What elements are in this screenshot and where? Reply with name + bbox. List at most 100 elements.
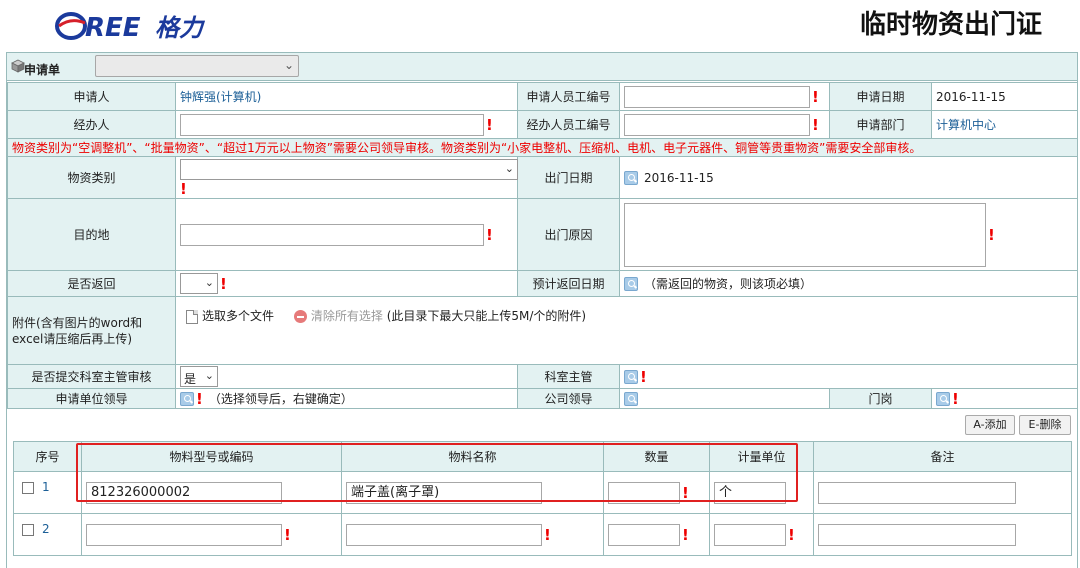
items-toolbar: A-添加 E-删除	[7, 411, 1077, 441]
chevron-down-icon: ⌄	[283, 58, 294, 72]
required-mark: !	[640, 367, 647, 386]
out-reason-textarea[interactable]	[624, 202, 986, 267]
col-header: 备注	[813, 441, 1072, 472]
page-title: 临时物资出门证	[859, 10, 1042, 40]
items-table: 序号 物料型号或编码 物料名称 数量 计量单位 备注 1 81232600000…	[13, 441, 1072, 556]
unit-leader-note: （选择领导后，右键确定）	[208, 392, 353, 406]
applicant-label: 申请人	[7, 82, 176, 111]
select-files-button[interactable]: 选取多个文件	[186, 309, 275, 324]
code-input[interactable]: 812326000002	[86, 481, 282, 504]
handler-id-label: 经办人员工编号	[517, 110, 620, 139]
clear-icon	[293, 310, 307, 323]
submit-review-value: 是	[184, 372, 197, 386]
out-date-label: 出门日期	[517, 156, 620, 199]
name-input[interactable]	[346, 523, 542, 546]
destination-label: 目的地	[7, 198, 176, 271]
return-select[interactable]: ⌄	[180, 273, 218, 294]
qty-input[interactable]	[608, 523, 680, 546]
name-input[interactable]: 端子盖(离子罩)	[346, 481, 542, 504]
chevron-down-icon: ⌄	[204, 369, 214, 382]
dept-value: 计算机中心	[931, 110, 1078, 139]
chevron-down-icon: ⌄	[504, 162, 514, 175]
remark-input[interactable]	[818, 481, 1016, 504]
clear-selection-button[interactable]: 清除所有选择	[293, 309, 383, 323]
required-mark: !	[284, 525, 291, 544]
gree-logo-mark: REE 格力	[55, 12, 206, 43]
form-type-select[interactable]: ⌄	[95, 55, 299, 77]
remark-input[interactable]	[818, 523, 1016, 546]
row-checkbox[interactable]	[22, 481, 34, 494]
svg-text:格力: 格力	[155, 14, 206, 42]
required-mark: !	[952, 389, 959, 408]
required-mark: !	[988, 225, 995, 244]
attach-note: (此目录下最大只能上传5M/个的附件)	[386, 309, 587, 323]
category-warning: 物资类别为“空调整机”、“批量物资”、“超过1万元以上物资”需要公司领导审核。物…	[7, 138, 1078, 157]
dept-label: 申请部门	[829, 110, 932, 139]
required-mark: !	[812, 115, 819, 134]
return-date-note: （需返回的物资，则该项必填）	[644, 277, 813, 291]
file-icon	[186, 309, 198, 324]
svg-text:REE: REE	[85, 13, 141, 43]
handler-id-input[interactable]	[624, 113, 810, 136]
search-icon[interactable]	[624, 391, 638, 406]
table-row: 1 812326000002 端子盖(离子罩) ! 个	[13, 471, 1072, 514]
search-icon[interactable]	[624, 170, 638, 185]
form-grid: 申请人 钟辉强(计算机) 申请人员工编号 ! 申请日期 2016-11-15 经…	[7, 82, 1078, 409]
cube-icon	[11, 59, 25, 73]
submit-review-select[interactable]: 是 ⌄	[180, 366, 218, 387]
col-header: 计量单位	[709, 441, 814, 472]
destination-input[interactable]	[180, 223, 484, 246]
handler-input[interactable]	[180, 113, 484, 136]
application-form: 申请单 ⌄ 申请人 钟辉强(计算机) 申请人员工编号 ! 申请日期 2016-1…	[6, 52, 1078, 568]
search-icon[interactable]	[624, 369, 638, 384]
code-input[interactable]	[86, 523, 282, 546]
section-head-label: 科室主管	[517, 364, 620, 389]
return-date-label: 预计返回日期	[517, 270, 620, 297]
apply-date-label: 申请日期	[829, 82, 932, 111]
col-header: 序号	[13, 441, 82, 472]
table-row: 2 ! ! ! !	[13, 513, 1072, 556]
out-date-value: 2016-11-15	[644, 170, 714, 185]
submit-review-label: 是否提交科室主管审核	[7, 364, 176, 389]
applicant-id-label: 申请人员工编号	[517, 82, 620, 111]
row-checkbox[interactable]	[22, 523, 34, 536]
applicant-id-input[interactable]	[624, 85, 810, 108]
search-icon[interactable]	[624, 276, 638, 291]
clear-selection-label: 清除所有选择	[310, 309, 383, 323]
search-icon[interactable]	[936, 391, 950, 406]
gate-label: 门岗	[829, 388, 932, 409]
search-icon[interactable]	[180, 391, 194, 406]
required-mark: !	[682, 483, 689, 502]
add-row-button[interactable]: A-添加	[965, 415, 1015, 435]
required-mark: !	[788, 525, 795, 544]
applicant-value: 钟辉强(计算机)	[175, 82, 518, 111]
col-header: 物料名称	[341, 441, 604, 472]
unit-leader-label: 申请单位领导	[7, 388, 176, 409]
attach-label: 附件(含有图片的word和excel请压缩后再上传)	[7, 296, 176, 365]
handler-label: 经办人	[7, 110, 176, 139]
apply-date-value: 2016-11-15	[931, 82, 1078, 111]
return-label: 是否返回	[7, 270, 176, 297]
top-bar: REE 格力 临时物资出门证	[0, 0, 1080, 50]
out-reason-label: 出门原因	[517, 198, 620, 271]
required-mark: !	[544, 525, 551, 544]
required-mark: !	[486, 115, 493, 134]
col-header: 数量	[603, 441, 710, 472]
required-mark: !	[486, 225, 493, 244]
qty-input[interactable]	[608, 481, 680, 504]
row-number: 1	[42, 480, 50, 494]
select-files-label: 选取多个文件	[202, 309, 275, 323]
company-leader-label: 公司领导	[517, 388, 620, 409]
unit-input[interactable]	[714, 523, 786, 546]
unit-input[interactable]: 个	[714, 481, 786, 504]
required-mark: !	[220, 274, 227, 293]
category-label: 物资类别	[7, 156, 176, 199]
category-select[interactable]: ⌄	[180, 159, 518, 180]
form-header: 申请单 ⌄	[7, 53, 1077, 81]
required-mark: !	[682, 525, 689, 544]
gree-logo: REE 格力	[55, 9, 225, 43]
delete-row-button[interactable]: E-删除	[1019, 415, 1071, 435]
row-number: 2	[42, 522, 50, 536]
col-header: 物料型号或编码	[81, 441, 342, 472]
section-label: 申请单	[24, 63, 61, 77]
